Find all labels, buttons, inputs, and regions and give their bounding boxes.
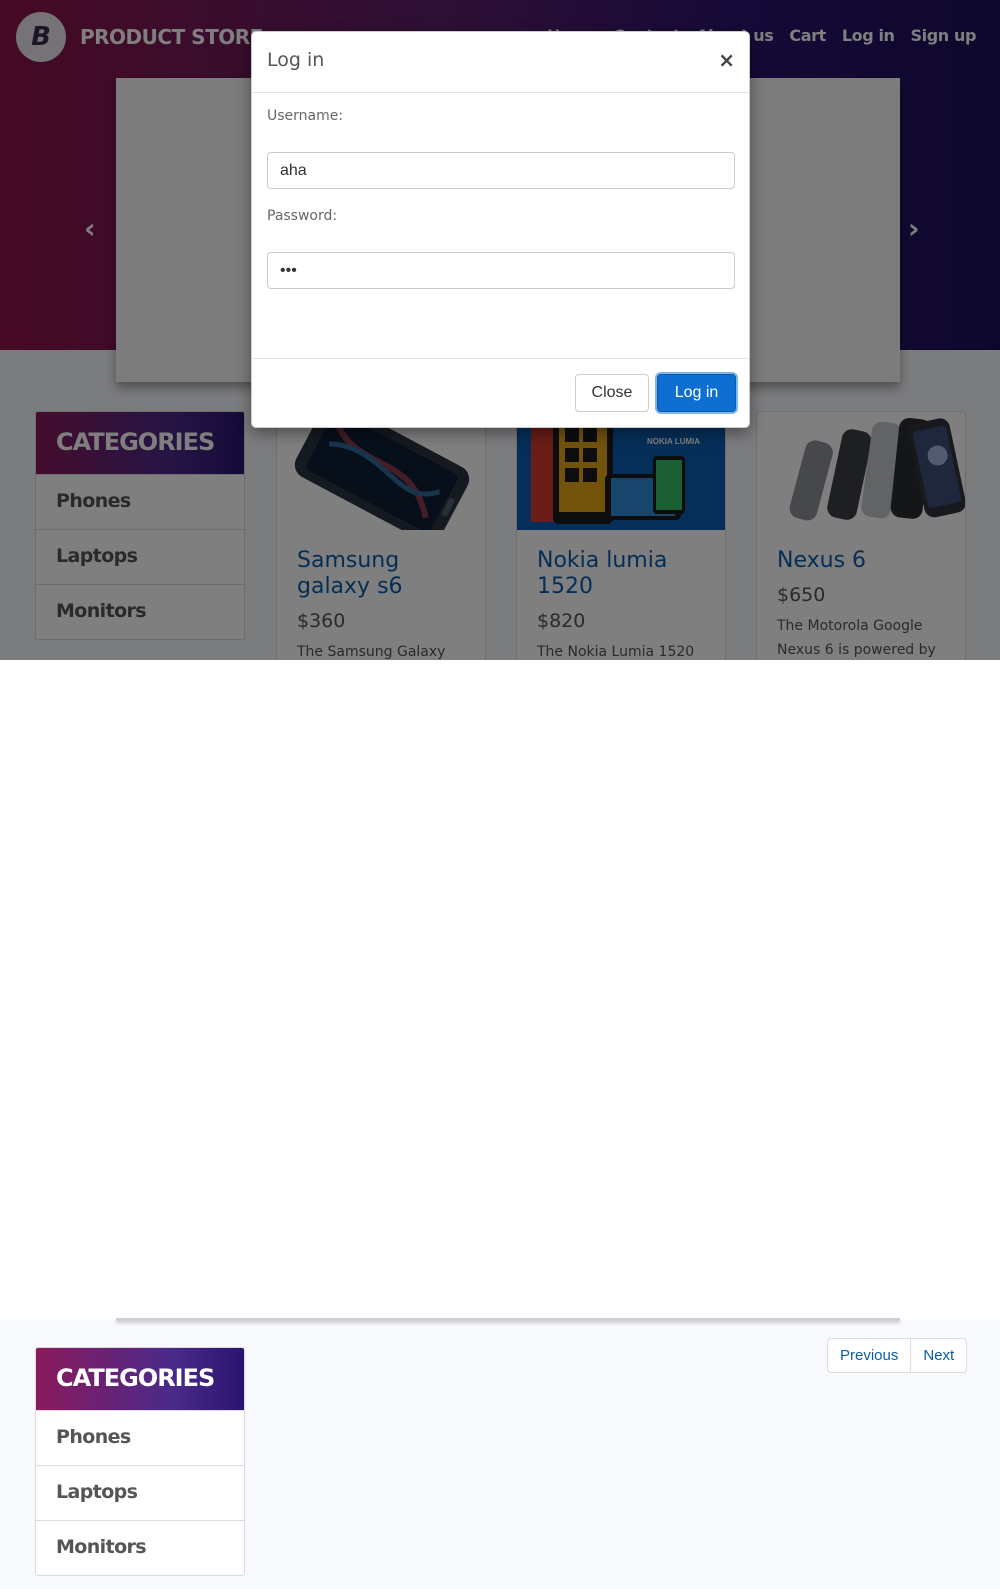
modal-footer: Close Log in bbox=[252, 358, 749, 428]
modal-title: Log in bbox=[267, 49, 325, 71]
password-label: Password: bbox=[267, 208, 338, 224]
username-input[interactable] bbox=[267, 152, 735, 189]
categories-title: CATEGORIES bbox=[36, 1348, 244, 1410]
close-icon[interactable]: × bbox=[718, 48, 735, 72]
categories-panel-bottom: CATEGORIES Phones Laptops Monitors bbox=[35, 1347, 245, 1576]
pagination: Previous Next bbox=[827, 1338, 968, 1373]
close-button[interactable]: Close bbox=[575, 374, 649, 412]
login-modal: Log in × Username: Password: Close Log i… bbox=[251, 31, 750, 428]
top-viewport: B PRODUCT STORE Home Contact About us Ca… bbox=[0, 0, 1000, 660]
category-monitors[interactable]: Monitors bbox=[36, 1520, 244, 1575]
previous-button[interactable]: Previous bbox=[828, 1339, 910, 1372]
category-laptops[interactable]: Laptops bbox=[36, 1465, 244, 1520]
carousel-bottom-edge bbox=[116, 1318, 900, 1321]
next-button[interactable]: Next bbox=[910, 1339, 966, 1372]
login-button[interactable]: Log in bbox=[657, 374, 736, 412]
username-label: Username: bbox=[267, 108, 344, 124]
modal-header: Log in × bbox=[252, 32, 749, 93]
password-input[interactable] bbox=[267, 252, 735, 289]
category-phones[interactable]: Phones bbox=[36, 1410, 244, 1465]
